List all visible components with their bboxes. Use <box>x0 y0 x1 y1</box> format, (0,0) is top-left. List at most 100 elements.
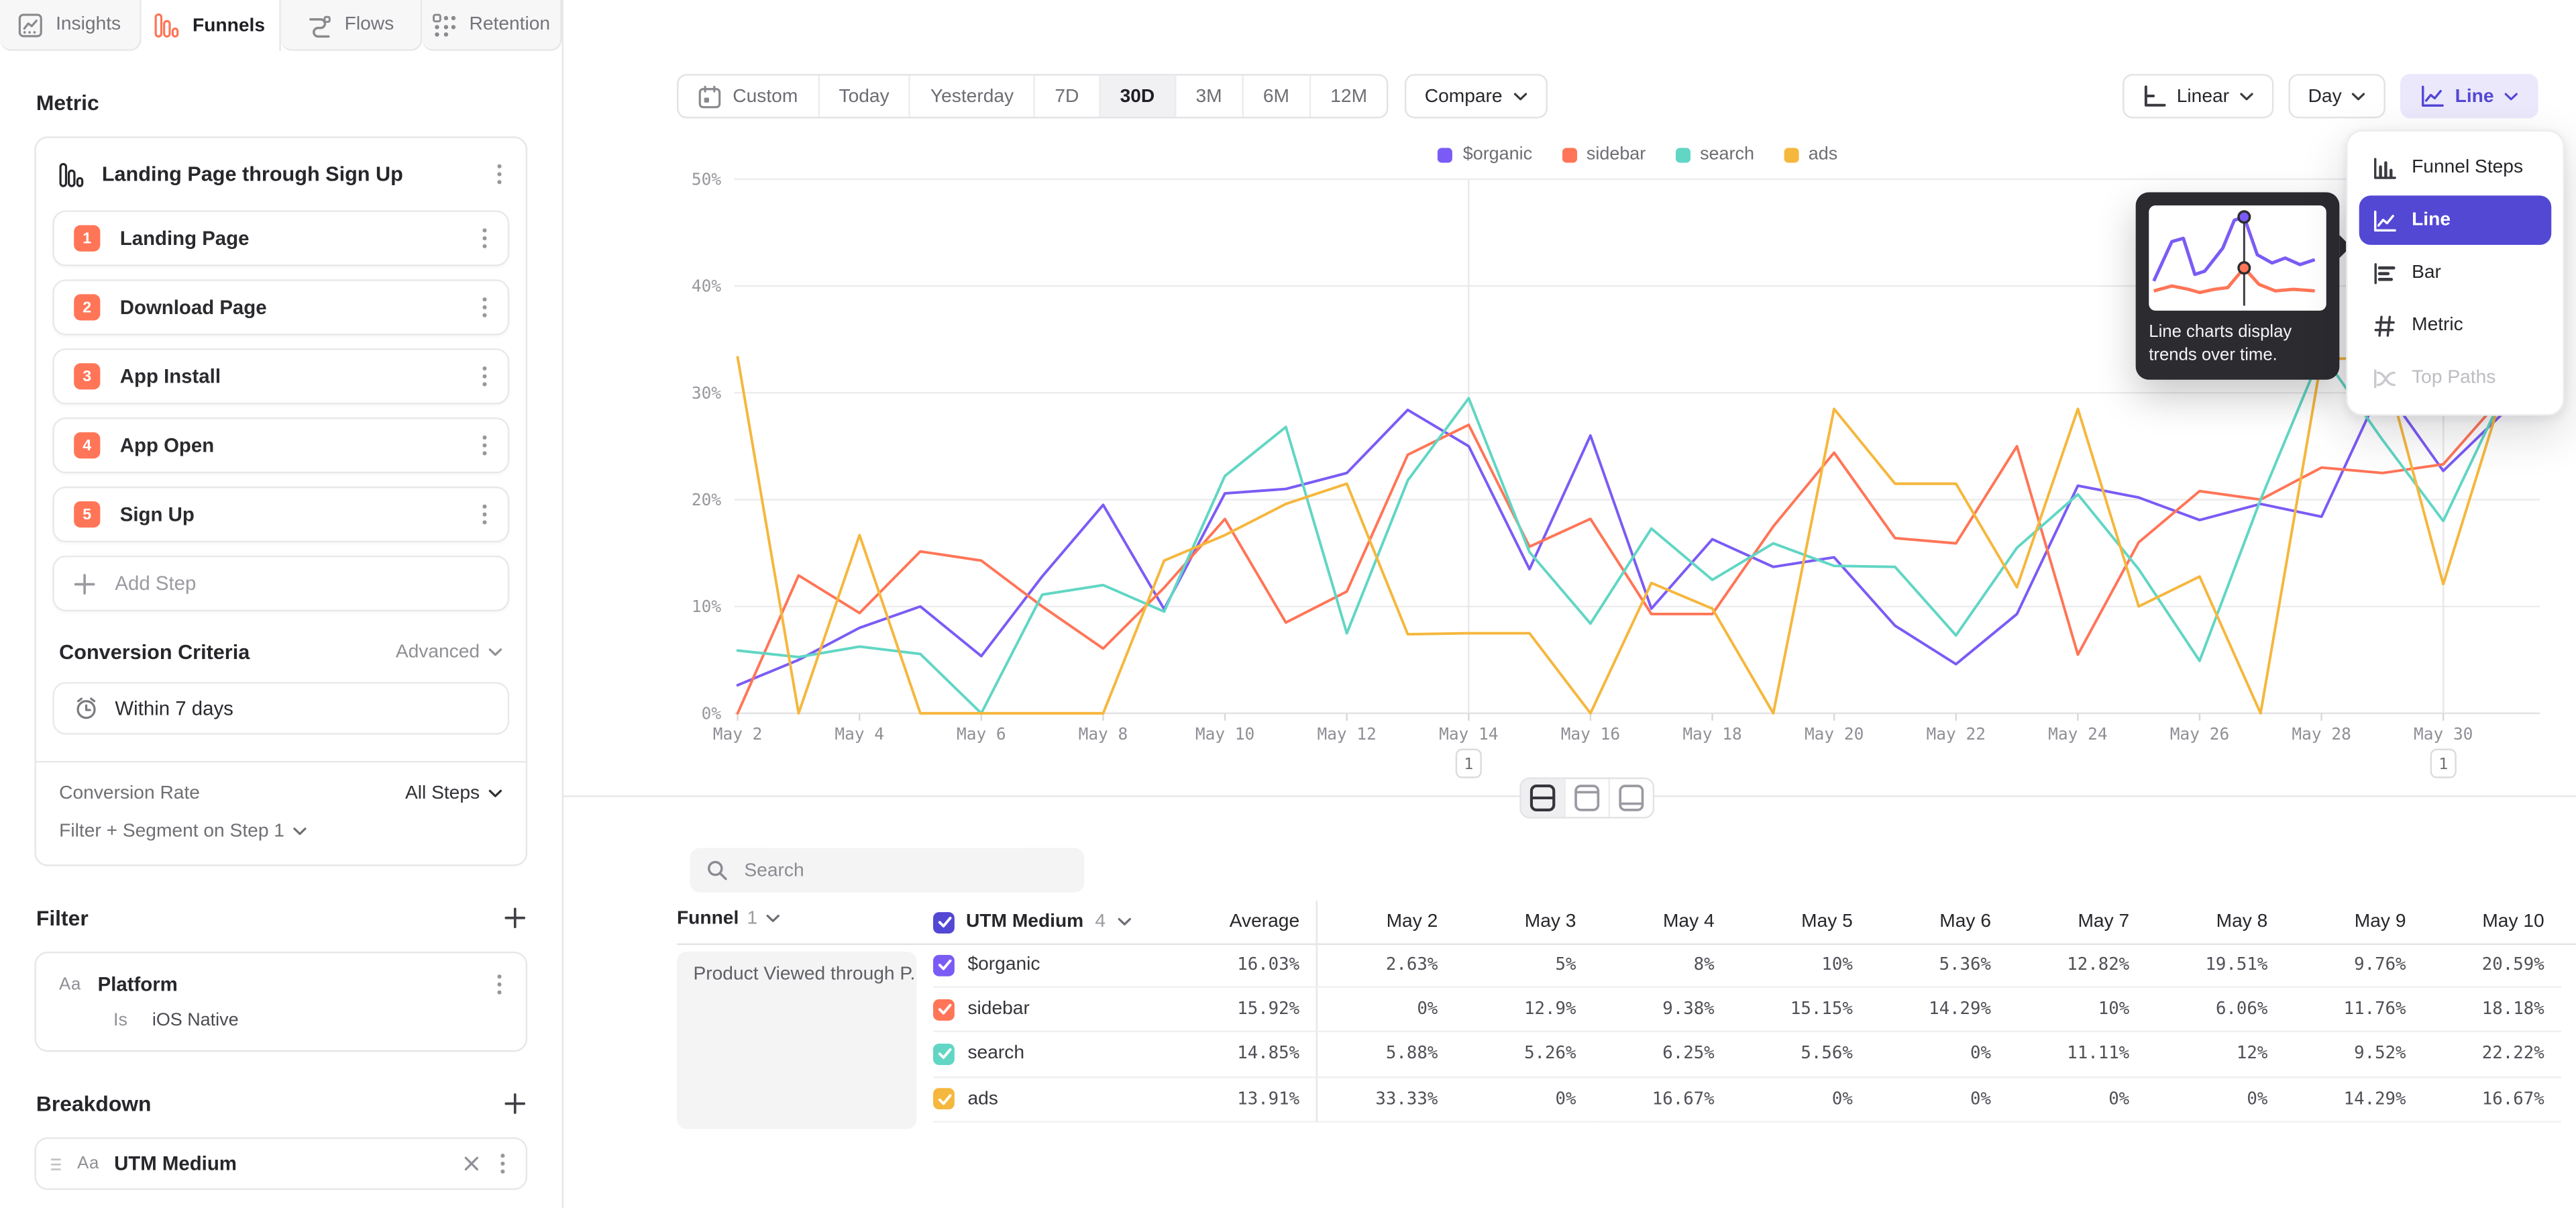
funnel-step-1[interactable]: 1 Landing Page <box>52 210 509 266</box>
funnel-step-2[interactable]: 2 Download Page <box>52 279 509 335</box>
svg-text:40%: 40% <box>692 276 721 296</box>
table-cell: 14.29% <box>2284 1077 2422 1122</box>
step-number-badge: 2 <box>74 294 100 320</box>
kebab-menu-icon[interactable] <box>478 223 492 253</box>
drag-handle-icon[interactable] <box>49 1156 62 1171</box>
table-cell: 18.18% <box>2422 988 2561 1033</box>
table-cell: 15.92% <box>1150 988 1316 1033</box>
tab-retention[interactable]: Retention <box>421 0 561 51</box>
column-header-may-8[interactable]: May 8 <box>2146 901 2284 944</box>
filter-operator: Is <box>113 1011 127 1030</box>
row-checkbox[interactable] <box>933 954 955 976</box>
row-checkbox[interactable] <box>933 1089 955 1110</box>
range-label: 3M <box>1196 87 1222 106</box>
kebab-menu-icon[interactable] <box>493 160 506 189</box>
kebab-menu-icon[interactable] <box>496 1149 510 1178</box>
breakdown-card[interactable]: Aa UTM Medium <box>34 1138 527 1190</box>
tab-insights[interactable]: Insights <box>0 0 140 51</box>
column-header-may-9[interactable]: May 9 <box>2284 901 2422 944</box>
advanced-dropdown[interactable]: Advanced <box>396 643 503 662</box>
annotation-badge[interactable]: 1 <box>2431 750 2456 778</box>
chart-type-label: Line <box>2455 87 2494 106</box>
chart-type-button[interactable]: Line <box>2401 74 2538 118</box>
filter-segment-dropdown[interactable]: Filter + Segment on Step 1 <box>59 821 502 841</box>
svg-text:May 6: May 6 <box>957 724 1006 744</box>
range-yesterday[interactable]: Yesterday <box>911 76 1035 117</box>
conversion-window-control[interactable]: Within 7 days <box>52 682 509 734</box>
add-filter-button[interactable] <box>504 907 526 929</box>
breakdown-column-header[interactable]: UTM Medium 4 <box>933 901 1150 944</box>
table-row-name[interactable]: search <box>933 1033 1150 1078</box>
filter-condition[interactable]: Is iOS Native <box>113 1011 506 1030</box>
range-custom[interactable]: Custom <box>678 76 819 117</box>
row-checkbox[interactable] <box>933 999 955 1020</box>
funnel-group-cell[interactable]: Product Viewed through P... <box>677 952 917 1129</box>
conversion-rate-label: Conversion Rate <box>59 784 200 803</box>
kebab-menu-icon[interactable] <box>493 970 506 999</box>
select-all-checkbox[interactable] <box>933 911 955 933</box>
tab-funnels[interactable]: Funnels <box>140 0 280 51</box>
kebab-menu-icon[interactable] <box>478 431 492 460</box>
column-header-may-2[interactable]: May 2 <box>1316 901 1454 944</box>
layout-split-equal-icon <box>1529 784 1556 812</box>
layout-table-focus-toggle[interactable] <box>1610 779 1653 817</box>
funnel-step-4[interactable]: 4 App Open <box>52 417 509 473</box>
menu-item-bar[interactable]: Bar <box>2359 248 2552 297</box>
table-cell: 5.26% <box>1454 1033 1593 1078</box>
legend-item[interactable]: $organic <box>1438 145 1532 164</box>
legend-item[interactable]: sidebar <box>1562 145 1646 164</box>
funnel-metric-header[interactable]: Landing Page through Sign Up <box>36 138 526 201</box>
search-input[interactable] <box>741 859 1067 882</box>
tab-label: Retention <box>469 15 550 34</box>
all-steps-dropdown[interactable]: All Steps <box>405 784 502 803</box>
legend-item[interactable]: search <box>1675 145 1754 164</box>
step-label: Sign Up <box>120 503 195 525</box>
table-cell: 13.91% <box>1150 1077 1316 1122</box>
column-header-may-6[interactable]: May 6 <box>1869 901 2007 944</box>
granularity-button[interactable]: Day <box>2288 74 2386 118</box>
layout-split-equal-toggle[interactable] <box>1521 779 1566 817</box>
column-header-may-3[interactable]: May 3 <box>1454 901 1593 944</box>
funnel-column-header[interactable]: Funnel 1 <box>677 909 781 928</box>
range-6m[interactable]: 6M <box>1243 76 1310 117</box>
layout-chart-focus-toggle[interactable] <box>1566 779 1610 817</box>
menu-item-metric[interactable]: Metric <box>2359 301 2552 350</box>
retention-icon <box>431 12 456 37</box>
table-cell: 12.82% <box>2008 944 2146 989</box>
add-step-button[interactable]: Add Step <box>52 556 509 611</box>
table-cell: 19.51% <box>2146 944 2284 989</box>
tab-flows[interactable]: Flows <box>281 0 421 51</box>
add-breakdown-button[interactable] <box>504 1093 526 1115</box>
range-3m[interactable]: 3M <box>1176 76 1243 117</box>
column-header-may-10[interactable]: May 10 <box>2422 901 2561 944</box>
funnel-step-3[interactable]: 3 App Install <box>52 348 509 404</box>
scale-button[interactable]: Linear <box>2123 74 2273 118</box>
kebab-menu-icon[interactable] <box>478 499 492 529</box>
row-checkbox[interactable] <box>933 1044 955 1065</box>
step-number-badge: 3 <box>74 363 100 389</box>
table-row-name[interactable]: $organic <box>933 944 1150 989</box>
table-row-name[interactable]: sidebar <box>933 988 1150 1033</box>
column-header-may-7[interactable]: May 7 <box>2008 901 2146 944</box>
menu-item-funnel-steps[interactable]: Funnel Steps <box>2359 143 2552 192</box>
compare-button[interactable]: Compare <box>1405 74 1546 118</box>
table-cell: 10% <box>2008 988 2146 1033</box>
legend-item[interactable]: ads <box>1784 145 1837 164</box>
breakdown-property-name: UTM Medium <box>114 1152 237 1175</box>
svg-text:May 28: May 28 <box>2292 724 2351 744</box>
filter-card[interactable]: Aa Platform Is iOS Native <box>34 952 527 1052</box>
column-header-may-4[interactable]: May 4 <box>1593 901 1731 944</box>
range-12m[interactable]: 12M <box>1311 76 1387 117</box>
kebab-menu-icon[interactable] <box>478 362 492 391</box>
table-row-name[interactable]: ads <box>933 1077 1150 1122</box>
remove-breakdown-icon[interactable] <box>464 1156 480 1172</box>
range-30d[interactable]: 30D <box>1100 76 1176 117</box>
range-7d[interactable]: 7D <box>1035 76 1100 117</box>
kebab-menu-icon[interactable] <box>478 293 492 322</box>
annotation-badge[interactable]: 1 <box>1456 750 1481 778</box>
funnel-step-5[interactable]: 5 Sign Up <box>52 487 509 542</box>
range-today[interactable]: Today <box>819 76 910 117</box>
column-header-average[interactable]: Average <box>1150 901 1316 944</box>
column-header-may-5[interactable]: May 5 <box>1731 901 1869 944</box>
menu-item-line[interactable]: Line <box>2359 195 2552 244</box>
